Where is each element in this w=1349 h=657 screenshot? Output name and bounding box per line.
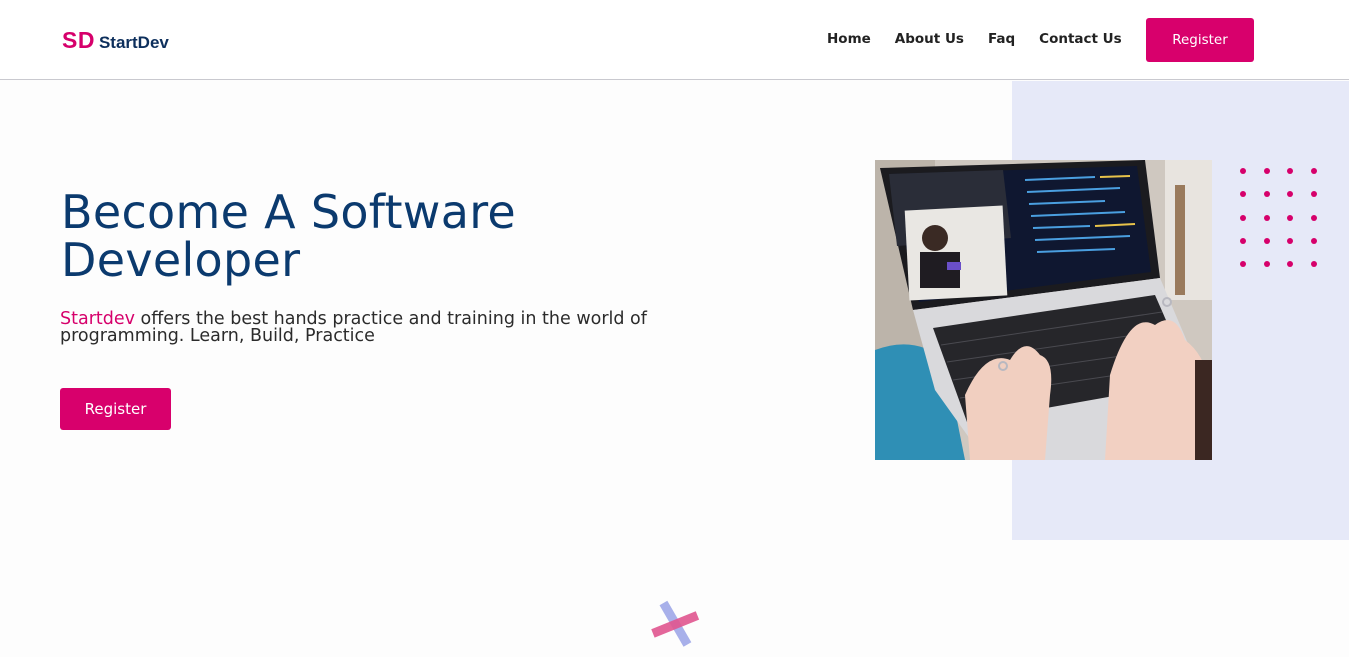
nav-link-about-us[interactable]: About Us xyxy=(895,31,964,47)
hero-laptop-image xyxy=(875,160,1212,460)
nav-link-home[interactable]: Home xyxy=(827,31,871,47)
logo-mark: SD xyxy=(62,27,95,53)
logo[interactable]: SD StartDev xyxy=(62,27,169,57)
top-navbar: SD StartDev Home About Us Faq Contact Us… xyxy=(0,0,1349,80)
decorative-cross-icon xyxy=(651,600,700,647)
nav-link-faq[interactable]: Faq xyxy=(988,31,1015,47)
hero-description: Startdev offers the best hands practice … xyxy=(60,309,660,346)
decorative-dot-grid xyxy=(1240,168,1317,267)
nav-links: Home About Us Faq Contact Us xyxy=(827,31,1146,47)
nav-link-contact-us[interactable]: Contact Us xyxy=(1039,31,1122,47)
logo-text: StartDev xyxy=(98,33,169,52)
hero-description-text: offers the best hands practice and train… xyxy=(60,309,647,346)
hero-title: Become A Software Developer xyxy=(61,185,516,287)
nav-register-button[interactable]: Register xyxy=(1146,18,1254,62)
hero-register-button[interactable]: Register xyxy=(60,388,171,430)
